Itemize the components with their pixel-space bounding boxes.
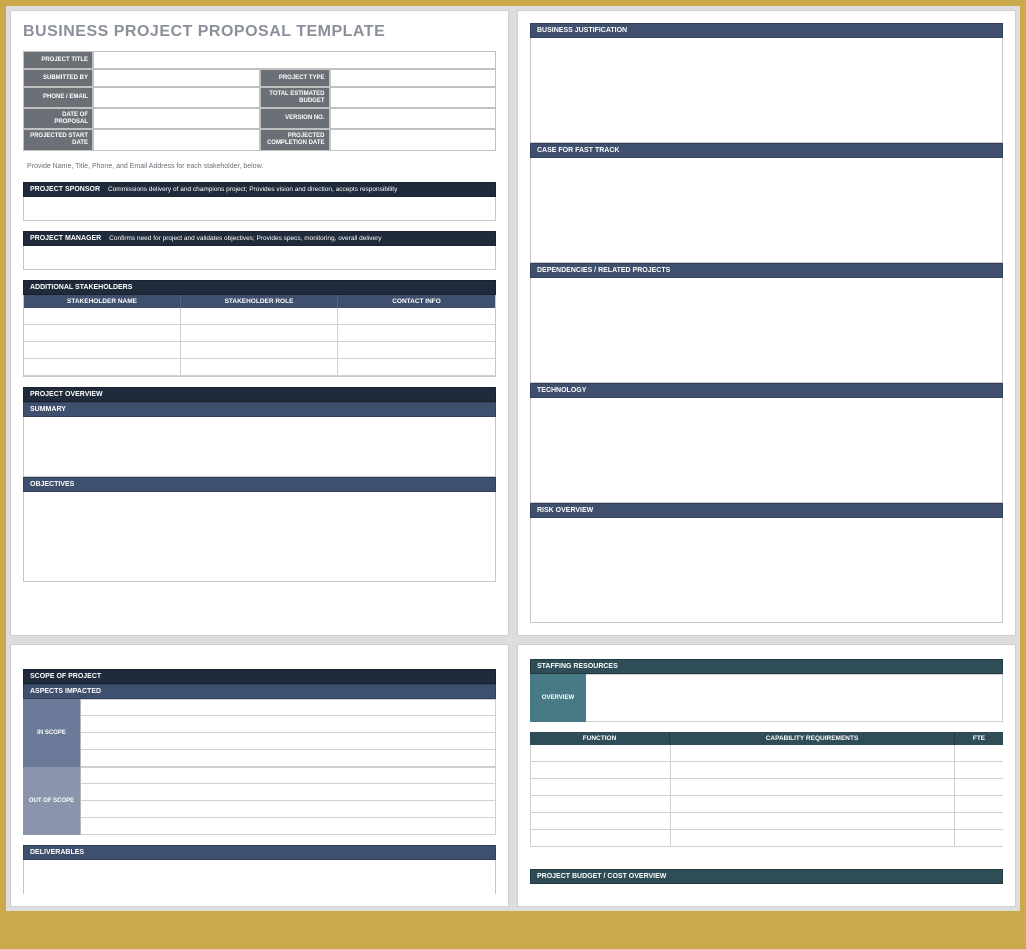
label-start-date: PROJECTED START DATE [23, 129, 93, 150]
value-date-proposal [93, 108, 260, 129]
in-scope-label: IN SCOPE [23, 699, 81, 767]
technology-header: TECHNOLOGY [530, 383, 1003, 398]
staffing-header: STAFFING RESOURCES [530, 659, 1003, 674]
overview-label: OVERVIEW [530, 674, 586, 722]
manager-label: PROJECT MANAGER [30, 235, 101, 242]
manager-header: PROJECT MANAGER Confirms need for projec… [23, 231, 496, 246]
sponsor-block: PROJECT SPONSOR Commissions delivery of … [23, 182, 496, 221]
out-scope-label: OUT OF SCOPE [23, 767, 81, 835]
staff-row [531, 813, 1003, 830]
case-fast-track-header: CASE FOR FAST TRACK [530, 143, 1003, 158]
page-3: SCOPE OF PROJECT ASPECTS IMPACTED IN SCO… [10, 644, 509, 907]
risk-overview-content [530, 518, 1003, 623]
in-scope-row: IN SCOPE [23, 699, 496, 767]
manager-desc: Confirms need for project and validates … [109, 235, 381, 242]
value-start-date [93, 129, 260, 150]
label-date-proposal: DATE OF PROPOSAL [23, 108, 93, 129]
label-version-no: VERSION NO. [260, 108, 330, 129]
stakeholders-block: ADDITIONAL STAKEHOLDERS STAKEHOLDER NAME… [23, 280, 496, 377]
staffing-overview-row: OVERVIEW [530, 674, 1003, 722]
col-contact-info: CONTACT INFO [338, 295, 495, 308]
overview-header: PROJECT OVERVIEW [23, 387, 496, 402]
label-project-type: PROJECT TYPE [260, 69, 330, 87]
stakeholder-instruction: Provide Name, Title, Phone, and Email Ad… [23, 161, 496, 172]
in-scope-lines [81, 699, 496, 767]
stakeholders-table: STAKEHOLDER NAME STAKEHOLDER ROLE CONTAC… [23, 295, 496, 377]
value-version-no [330, 108, 497, 129]
case-fast-track-section: CASE FOR FAST TRACK [530, 143, 1003, 263]
sponsor-content [23, 197, 496, 221]
value-project-type [330, 69, 497, 87]
col-stakeholder-name: STAKEHOLDER NAME [24, 295, 181, 308]
col-stakeholder-role: STAKEHOLDER ROLE [181, 295, 338, 308]
stakeholder-row [24, 325, 495, 342]
business-justification-section: BUSINESS JUSTIFICATION [530, 23, 1003, 143]
manager-content [23, 246, 496, 270]
staff-row [531, 745, 1003, 762]
dependencies-section: DEPENDENCIES / RELATED PROJECTS [530, 263, 1003, 383]
value-total-budget [330, 87, 497, 108]
dependencies-content [530, 278, 1003, 383]
staff-row [531, 779, 1003, 796]
value-phone-email [93, 87, 260, 108]
manager-block: PROJECT MANAGER Confirms need for projec… [23, 231, 496, 270]
page-1: BUSINESS PROJECT PROPOSAL TEMPLATE PROJE… [10, 10, 509, 636]
technology-section: TECHNOLOGY [530, 383, 1003, 503]
sponsor-label: PROJECT SPONSOR [30, 186, 100, 193]
stakeholders-header: ADDITIONAL STAKEHOLDERS [23, 280, 496, 295]
page-4: STAFFING RESOURCES OVERVIEW FUNCTION CAP… [517, 644, 1016, 907]
stakeholder-row [24, 359, 495, 376]
label-phone-email: PHONE / EMAIL [23, 87, 93, 108]
summary-content [23, 417, 496, 477]
stakeholder-row [24, 342, 495, 359]
out-scope-lines [81, 767, 496, 835]
aspects-header: ASPECTS IMPACTED [23, 684, 496, 699]
staffing-table-head: FUNCTION CAPABILITY REQUIREMENTS FTE [530, 732, 1003, 745]
overview-body [586, 674, 1003, 722]
label-project-title: PROJECT TITLE [23, 51, 93, 69]
dependencies-header: DEPENDENCIES / RELATED PROJECTS [530, 263, 1003, 278]
project-overview-block: PROJECT OVERVIEW SUMMARY OBJECTIVES [23, 387, 496, 582]
col-fte: FTE [955, 732, 1003, 745]
business-justification-content [530, 38, 1003, 143]
objectives-header: OBJECTIVES [23, 477, 496, 492]
staff-row [531, 796, 1003, 813]
staffing-table-body [530, 745, 1003, 847]
budget-header: PROJECT BUDGET / COST OVERVIEW [530, 869, 1003, 884]
label-total-budget: TOTAL ESTIMATED BUDGET [260, 87, 330, 108]
value-project-title [93, 51, 496, 69]
sponsor-header: PROJECT SPONSOR Commissions delivery of … [23, 182, 496, 197]
objectives-content [23, 492, 496, 582]
technology-content [530, 398, 1003, 503]
col-function: FUNCTION [530, 732, 670, 745]
deliverables-header: DELIVERABLES [23, 845, 496, 860]
document-title: BUSINESS PROJECT PROPOSAL TEMPLATE [23, 23, 496, 41]
sponsor-desc: Commissions delivery of and champions pr… [108, 186, 397, 193]
label-submitted-by: SUBMITTED BY [23, 69, 93, 87]
value-completion-date [330, 129, 497, 150]
risk-overview-section: RISK OVERVIEW [530, 503, 1003, 623]
summary-header: SUMMARY [23, 402, 496, 417]
out-scope-row: OUT OF SCOPE [23, 767, 496, 835]
risk-overview-header: RISK OVERVIEW [530, 503, 1003, 518]
page-2: BUSINESS JUSTIFICATION CASE FOR FAST TRA… [517, 10, 1016, 636]
project-info-grid: PROJECT TITLE SUBMITTED BY PROJECT TYPE … [23, 51, 496, 151]
deliverables-content [23, 860, 496, 894]
staff-row [531, 762, 1003, 779]
label-completion-date: PROJECTED COMPLETION DATE [260, 129, 330, 150]
stakeholder-row [24, 308, 495, 325]
business-justification-header: BUSINESS JUSTIFICATION [530, 23, 1003, 38]
staff-row [531, 830, 1003, 847]
value-submitted-by [93, 69, 260, 87]
scope-header: SCOPE OF PROJECT [23, 669, 496, 684]
col-capability: CAPABILITY REQUIREMENTS [670, 732, 955, 745]
case-fast-track-content [530, 158, 1003, 263]
